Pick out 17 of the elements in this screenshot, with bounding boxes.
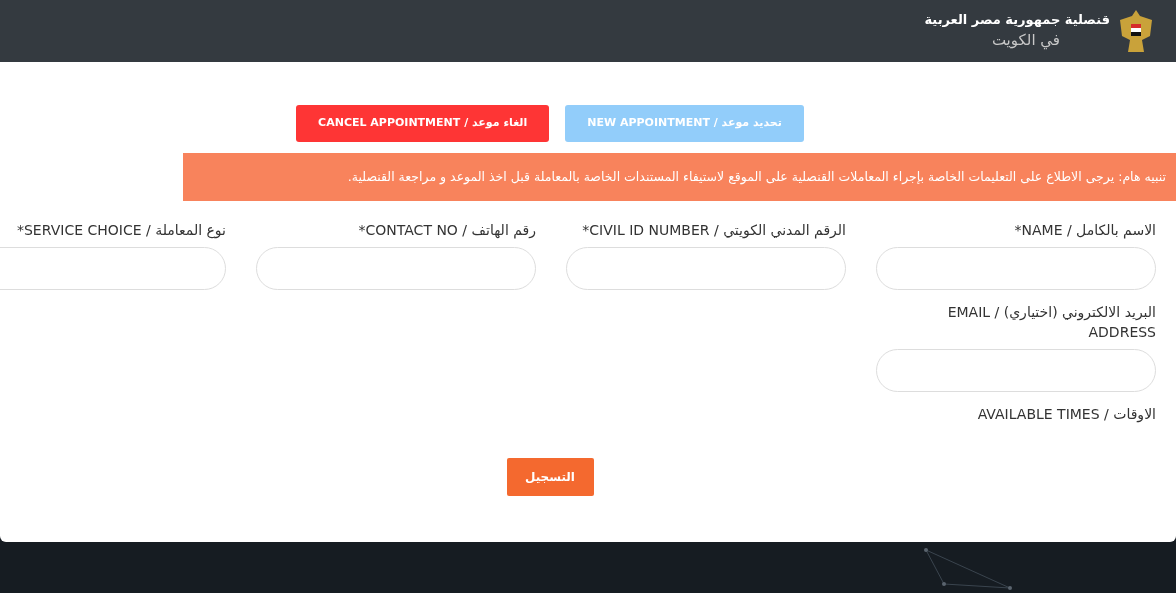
input-field[interactable] [876, 247, 1156, 290]
notice-text: تنبيه هام: يرجى الاطلاع على التعليمات الخاصة بإجراء المعاملات القنصلية على الموقع لاستيفاء المستندات الخاصة بالمعاملة قبل اخذ الموعد و مراجعة القنصلية. [347, 167, 1166, 187]
submit-button[interactable]: التسجيل [506, 458, 594, 496]
appointment-button[interactable]: الغاء موعد / CANCEL APPOINTMENT [296, 105, 550, 142]
input-field[interactable] [256, 247, 536, 290]
field-label: الاوقات / AVAILABLE TIMES [976, 405, 1156, 424]
field-label: رقم الهاتف / CONTACT NO* [357, 221, 536, 240]
input-field[interactable] [0, 247, 226, 290]
header-title: قنصلية جمهورية مصر العربية [924, 11, 1110, 29]
header-subtitle: في الكويت [990, 30, 1060, 51]
field-label: الرقم المدني الكويتي / CIVIL ID NUMBER* [581, 221, 846, 240]
appointment-button[interactable]: تحديد موعد / NEW APPOINTMENT [565, 105, 804, 142]
field-label: نوع المعاملة / SERVICE CHOICE* [16, 221, 226, 240]
input-field[interactable] [566, 247, 846, 290]
field-label: الاسم بالكامل / NAME* [1013, 221, 1156, 240]
input-field[interactable] [876, 349, 1156, 392]
field-label: البريد الالكتروني (اختياري) / EMAIL ADDRESS [946, 303, 1156, 342]
